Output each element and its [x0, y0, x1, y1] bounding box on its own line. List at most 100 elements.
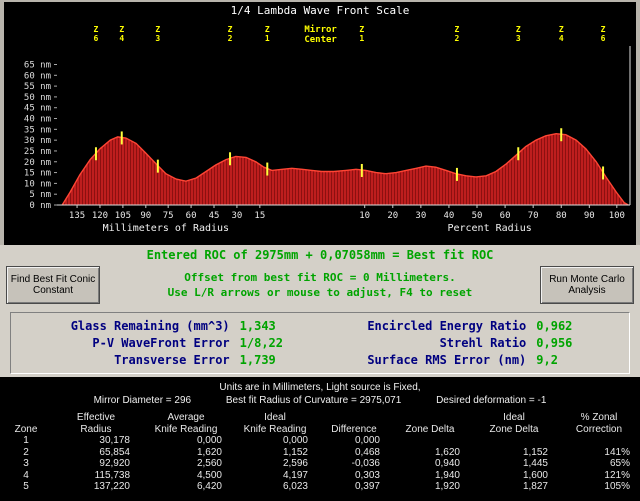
- mirror-diameter-text: Mirror Diameter = 296: [93, 395, 192, 406]
- cell: 0,468: [354, 446, 380, 458]
- wavefront-chart-panel: 1/4 Lambda Wave Front Scale 65 nm 60 nm 55 …: [0, 0, 640, 245]
- cell: 6,420: [196, 481, 222, 492]
- units-note: Units are in Millimeters, Light source i…: [219, 382, 421, 393]
- cell: 2: [23, 446, 29, 458]
- roc-controls-row: Find Best Fit Conic Constant Offset from…: [0, 266, 640, 308]
- cell: 0,397: [354, 481, 380, 492]
- svg-text:4: 4: [559, 34, 564, 43]
- svg-text:0 nm: 0 nm: [29, 201, 51, 211]
- cell: [470, 435, 558, 447]
- svg-text:4: 4: [119, 34, 124, 43]
- svg-text:6: 6: [601, 34, 606, 43]
- cell: 1,620: [434, 446, 460, 458]
- svg-text:Z: Z: [601, 25, 606, 34]
- svg-text:60: 60: [500, 211, 511, 221]
- col-header: Knife Reading: [243, 423, 307, 435]
- svg-text:20: 20: [387, 211, 398, 221]
- cell: 0,000: [354, 435, 380, 446]
- col-header: Ideal: [503, 412, 525, 423]
- svg-text:60: 60: [186, 211, 197, 221]
- header-row-top: Effective Average Ideal Ideal % Zonal: [0, 412, 640, 424]
- glass-remaining-label: Glass Remaining (mm^3): [70, 319, 230, 333]
- cell: 0,940: [434, 458, 460, 469]
- svg-text:10: 10: [359, 211, 370, 221]
- col-header: Ideal: [264, 412, 286, 423]
- svg-text:35 nm: 35 nm: [24, 125, 51, 135]
- svg-text:100: 100: [609, 211, 625, 221]
- svg-text:Mirror: Mirror: [304, 24, 337, 35]
- cell: [558, 435, 640, 447]
- svg-text:25 nm: 25 nm: [24, 147, 51, 157]
- cell: 0,000: [196, 435, 222, 446]
- cell: 65,854: [99, 446, 130, 458]
- cell: 92,920: [99, 458, 130, 469]
- col-header: Knife Reading: [154, 423, 218, 435]
- zone-row: 2 65,854 1,620 1,152 0,468 1,620 1,152 1…: [0, 447, 640, 459]
- svg-text:Z: Z: [516, 25, 521, 34]
- svg-text:Z: Z: [119, 25, 124, 34]
- svg-text:30: 30: [415, 211, 426, 221]
- statistics-panel: Glass Remaining (mm^3) 1,343 Encircled E…: [10, 312, 630, 374]
- strehl-ratio-label: Strehl Ratio: [439, 336, 527, 350]
- svg-text:75: 75: [163, 211, 174, 221]
- svg-text:Z: Z: [94, 25, 99, 34]
- svg-text:40: 40: [444, 211, 455, 221]
- svg-text:Z: Z: [359, 25, 364, 34]
- svg-text:20 nm: 20 nm: [24, 158, 51, 168]
- svg-text:10 nm: 10 nm: [24, 179, 51, 189]
- svg-text:15 nm: 15 nm: [24, 169, 51, 179]
- col-header: Zone Delta: [489, 423, 539, 435]
- strehl-ratio-value: 0,956: [536, 336, 573, 350]
- svg-text:1/4 Lambda Wave Front Scale: 1/4 Lambda Wave Front Scale: [231, 4, 410, 17]
- cell: 1,445: [522, 458, 548, 469]
- cell: -0,036: [351, 458, 380, 469]
- svg-text:55 nm: 55 nm: [24, 82, 51, 92]
- cell: 3: [23, 458, 29, 469]
- svg-text:50: 50: [472, 211, 483, 221]
- adjust-hint-text: Use L/R arrows or mouse to adjust, F4 to…: [167, 286, 473, 299]
- cell: 0,303: [354, 469, 380, 481]
- find-best-fit-conic-button[interactable]: Find Best Fit Conic Constant: [6, 266, 100, 304]
- cell: 4: [23, 469, 29, 481]
- zone-row: 5 137,220 6,420 6,023 0,397 1,920 1,827 …: [0, 481, 640, 493]
- svg-text:120: 120: [92, 211, 108, 221]
- cell: 1,620: [196, 446, 222, 458]
- svg-text:40 nm: 40 nm: [24, 115, 51, 125]
- cell: 2,596: [282, 458, 308, 469]
- cell: 1,600: [522, 469, 548, 481]
- transverse-error-value: 1,739: [239, 353, 276, 367]
- cell: 137,220: [93, 481, 130, 492]
- stats-row: P-V WaveFront Error 1/8,22 Strehl Ratio …: [11, 335, 629, 352]
- stats-row: Glass Remaining (mm^3) 1,343 Encircled E…: [11, 318, 629, 335]
- wavefront-chart: 1/4 Lambda Wave Front Scale65 nm60 nm55 …: [24, 4, 631, 234]
- svg-text:90: 90: [584, 211, 595, 221]
- col-header: Difference: [331, 423, 377, 435]
- svg-text:Z: Z: [559, 25, 564, 34]
- svg-text:1: 1: [359, 34, 364, 43]
- col-header: Average: [167, 412, 205, 423]
- svg-text:Percent Radius: Percent Radius: [447, 223, 531, 234]
- zone-row: 4 115,738 4,500 4,197 0,303 1,940 1,600 …: [0, 470, 640, 482]
- col-header: Correction: [575, 423, 623, 435]
- svg-text:Z: Z: [228, 25, 233, 34]
- cell: 6,023: [282, 481, 308, 492]
- cell: 5: [23, 481, 29, 492]
- col-header: Radius: [80, 423, 112, 435]
- cell: [390, 435, 470, 447]
- run-monte-carlo-button[interactable]: Run Monte Carlo Analysis: [540, 266, 634, 304]
- transverse-error-label: Transverse Error: [114, 353, 230, 367]
- cell: 1,152: [522, 446, 548, 458]
- cell: 121%: [604, 469, 630, 481]
- col-header: % Zonal: [580, 412, 618, 423]
- control-panel: Entered ROC of 2975mm + 0,07058mm = Best…: [0, 245, 640, 377]
- svg-text:Z: Z: [455, 25, 460, 34]
- svg-text:2: 2: [455, 34, 460, 43]
- cell: 1,827: [522, 481, 548, 492]
- offset-text: Offset from best fit ROC = 0 Millimeters…: [184, 271, 456, 284]
- svg-text:3: 3: [516, 34, 521, 43]
- encircled-energy-label: Encircled Energy Ratio: [367, 319, 527, 333]
- stats-row: Transverse Error 1,739 Surface RMS Error…: [11, 352, 629, 369]
- svg-text:15: 15: [254, 211, 265, 221]
- col-header: Effective: [76, 412, 116, 423]
- svg-text:50 nm: 50 nm: [24, 93, 51, 103]
